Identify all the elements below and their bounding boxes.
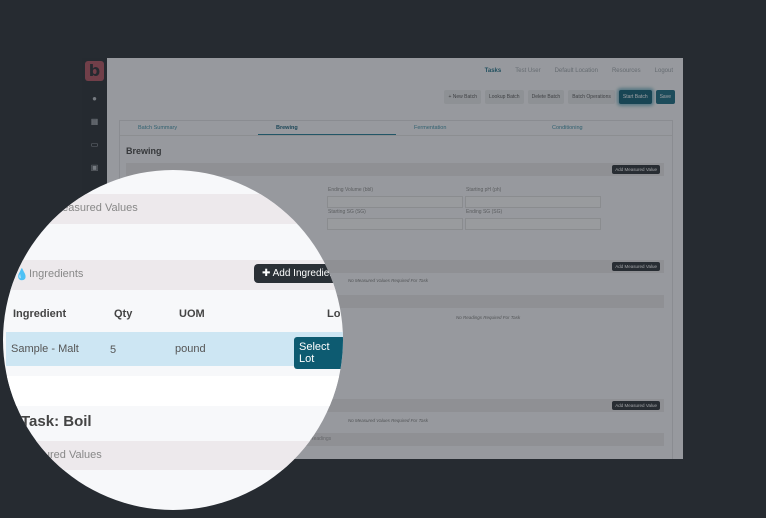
users-icon[interactable]: ● xyxy=(89,95,100,103)
add-ingredient-label: Add Ingredient xyxy=(272,268,338,279)
tab-conditioning[interactable]: Conditioning xyxy=(534,121,672,135)
qty-cell: 5 xyxy=(110,344,117,356)
measured-values-label: Measured Values xyxy=(17,449,102,461)
measured-values-label: Measured Values xyxy=(53,202,138,214)
magnifier-lens: Measured Values 💧 Ingredients ✚ Add Ingr… xyxy=(3,170,343,510)
no-measured-values-text: No Measured Values Required For Task xyxy=(348,278,428,283)
starting-ph-label: Starting pH (ph) xyxy=(466,187,502,193)
uom-cell: pound xyxy=(175,343,206,355)
ending-volume-input[interactable] xyxy=(327,196,463,208)
starting-ph-input[interactable] xyxy=(465,196,601,208)
table-row: Sample - Malt 5 pound Select Lot xyxy=(6,332,343,369)
ending-volume-label: Ending Volume (bbl) xyxy=(328,187,374,193)
calendar-icon[interactable]: ▦ xyxy=(89,118,100,126)
no-readings-text: No Readings Required For Task xyxy=(456,315,521,320)
readings-header: Readings xyxy=(306,295,664,308)
tab-brewing[interactable]: Brewing xyxy=(258,121,396,135)
brand-logo[interactable]: b xyxy=(85,61,104,81)
ending-sg-label: Ending SG (SG) xyxy=(466,209,503,215)
nav-location[interactable]: Default Location xyxy=(555,68,598,74)
readings-header: Readings xyxy=(306,433,664,446)
delete-batch-button[interactable]: Delete Batch xyxy=(527,90,565,104)
add-measured-value-button[interactable]: Add Measured Value xyxy=(612,401,660,410)
no-measured-values-text: No Measured Values Required For Task xyxy=(348,418,428,423)
lookup-batch-button[interactable]: Lookup Batch xyxy=(484,90,524,104)
ending-sg-input[interactable] xyxy=(465,218,601,230)
add-measured-value-button[interactable]: Add Measured Value xyxy=(612,165,660,174)
measured-values-band-2: Measured Values xyxy=(3,441,343,470)
add-ingredient-button[interactable]: ✚ Add Ingredient xyxy=(254,264,343,283)
col-qty: Qty xyxy=(114,308,133,320)
page-title: Brewing xyxy=(126,146,162,156)
droplet-icon: 💧 xyxy=(15,269,29,281)
col-lot: Lot xyxy=(327,308,343,320)
new-batch-button[interactable]: + New Batch xyxy=(444,90,481,104)
spacer xyxy=(3,376,343,406)
task-title: Task: Boil xyxy=(21,413,92,430)
measured-values-band: Measured Values xyxy=(3,194,343,224)
ingredients-band: 💧 Ingredients ✚ Add Ingredient xyxy=(3,260,343,290)
tab-batch-summary[interactable]: Batch Summary xyxy=(120,121,258,135)
tab-bar: Batch Summary Brewing Fermentation Condi… xyxy=(120,121,672,136)
ticket-icon[interactable]: ▣ xyxy=(89,164,100,172)
nav-tasks[interactable]: Tasks xyxy=(485,68,502,74)
monitor-icon[interactable]: ▭ xyxy=(89,141,100,149)
tab-fermentation[interactable]: Fermentation xyxy=(396,121,534,135)
ingredient-cell: Sample - Malt xyxy=(11,343,79,355)
col-uom: UOM xyxy=(179,308,205,320)
batch-operations-dropdown[interactable]: Batch Operations xyxy=(568,90,615,104)
col-ingredient: Ingredient xyxy=(13,308,67,320)
toolbar: + New Batch Lookup Batch Delete Batch Ba… xyxy=(444,90,675,104)
start-batch-button[interactable]: Start Batch xyxy=(618,90,652,104)
nav-logout[interactable]: Logout xyxy=(655,68,673,74)
ingredients-label: Ingredients xyxy=(29,268,84,280)
save-button[interactable]: Save xyxy=(655,90,675,104)
nav-user[interactable]: Test User xyxy=(515,68,540,74)
add-measured-value-button[interactable]: Add Measured Value xyxy=(612,262,660,271)
top-nav: Tasks Test User Default Location Resourc… xyxy=(485,68,673,74)
starting-sg-input[interactable] xyxy=(327,218,463,230)
nav-resources[interactable]: Resources xyxy=(612,68,641,74)
select-lot-button[interactable]: Select Lot xyxy=(294,337,343,369)
